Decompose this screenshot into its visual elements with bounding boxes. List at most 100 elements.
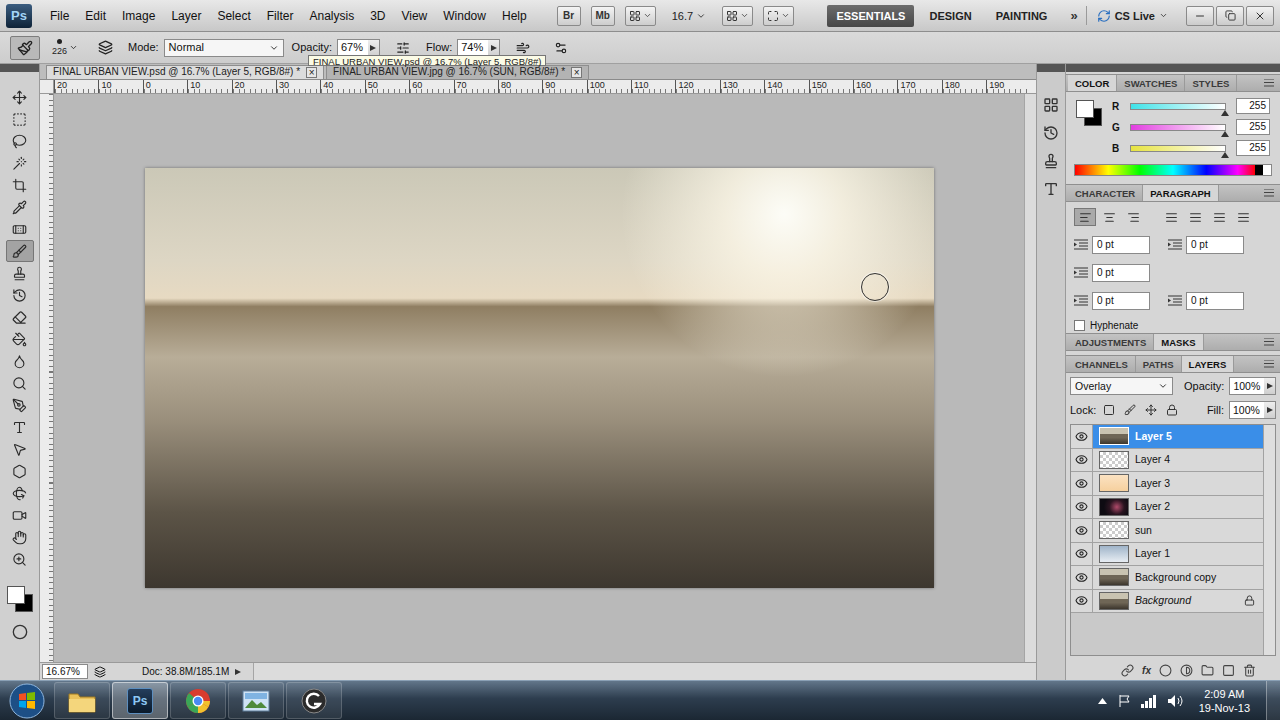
healing-brush-tool[interactable] xyxy=(6,218,34,240)
panel-grip[interactable] xyxy=(1037,64,1065,72)
flow-field[interactable]: 74% xyxy=(457,39,491,57)
history-brush-tool[interactable] xyxy=(6,284,34,306)
type-panel-button[interactable] xyxy=(1039,178,1063,200)
panel-menu[interactable] xyxy=(1264,75,1280,91)
rotate-3d-tool[interactable] xyxy=(6,482,34,504)
camera-3d-tool[interactable] xyxy=(6,504,34,526)
blend-mode-select[interactable]: Overlay xyxy=(1070,377,1173,395)
justify-last-left-button[interactable] xyxy=(1160,208,1182,226)
close-button[interactable] xyxy=(1246,6,1274,26)
volume-icon[interactable] xyxy=(1167,694,1183,708)
visibility-toggle[interactable] xyxy=(1071,425,1093,448)
ruler-origin[interactable] xyxy=(40,80,54,93)
lock-transparency-button[interactable] xyxy=(1101,402,1117,418)
crop-tool[interactable] xyxy=(6,174,34,196)
menu-item[interactable]: Layer xyxy=(163,6,209,26)
layer-row[interactable]: Layer 5 xyxy=(1071,425,1263,449)
menu-item[interactable]: Edit xyxy=(77,6,114,26)
layer-name[interactable]: Background copy xyxy=(1135,571,1263,584)
zoom-level[interactable]: 16.7 xyxy=(666,10,712,22)
channel-value[interactable]: 255 xyxy=(1236,119,1270,135)
layers-scrollbar[interactable] xyxy=(1263,425,1275,655)
indent-right-field[interactable]: 0 pt xyxy=(1186,236,1244,254)
taskbar-app[interactable]: Ps xyxy=(112,682,168,719)
vertical-scrollbar[interactable] xyxy=(1024,94,1036,662)
align-center-button[interactable] xyxy=(1098,208,1120,226)
horizontal-scrollbar[interactable] xyxy=(253,663,1036,680)
layer-name[interactable]: Layer 5 xyxy=(1135,430,1263,443)
quick-selection-tool[interactable] xyxy=(6,152,34,174)
menu-item[interactable]: View xyxy=(393,6,435,26)
indent-left-field[interactable]: 0 pt xyxy=(1092,236,1150,254)
flow-slider-button[interactable] xyxy=(488,39,500,57)
visibility-toggle[interactable] xyxy=(1071,449,1093,472)
panel-menu-icon[interactable] xyxy=(1264,79,1274,87)
type-tool[interactable] xyxy=(6,416,34,438)
extras-button[interactable] xyxy=(625,6,656,26)
layer-name[interactable]: Background xyxy=(1135,594,1244,607)
justify-last-center-button[interactable] xyxy=(1184,208,1206,226)
visibility-toggle[interactable] xyxy=(1071,519,1093,542)
hyphenate-checkbox[interactable] xyxy=(1074,320,1085,331)
layer-style-button[interactable]: fx xyxy=(1142,665,1151,676)
layer-row[interactable]: Layer 4 xyxy=(1071,449,1263,473)
brush-tool[interactable] xyxy=(6,240,34,262)
fill-field[interactable]: 100% xyxy=(1229,401,1267,419)
panel-grip[interactable] xyxy=(1066,64,1280,72)
folder-icon[interactable] xyxy=(1201,664,1214,677)
close-tab-button[interactable]: × xyxy=(571,67,582,78)
custom-shape-tool[interactable] xyxy=(6,460,34,482)
foreground-color[interactable] xyxy=(7,586,25,604)
justify-all-button[interactable] xyxy=(1232,208,1254,226)
layer-row[interactable]: Background xyxy=(1071,590,1263,614)
layer-row[interactable]: sun xyxy=(1071,519,1263,543)
panel-tab[interactable]: STYLES xyxy=(1185,75,1237,91)
menu-item[interactable]: Filter xyxy=(259,6,302,26)
network-icon[interactable] xyxy=(1141,694,1157,708)
mask-icon[interactable] xyxy=(1159,664,1172,677)
mode-select[interactable]: Normal xyxy=(164,39,284,57)
menu-item[interactable]: 3D xyxy=(362,6,393,26)
slider-thumb[interactable] xyxy=(1221,152,1229,158)
close-tab-button[interactable]: × xyxy=(306,67,317,78)
zoom-tool[interactable] xyxy=(6,548,34,570)
visibility-toggle[interactable] xyxy=(1071,543,1093,566)
panel-tab[interactable]: COLOR xyxy=(1068,75,1117,91)
workspace-button[interactable]: PAINTING xyxy=(987,5,1057,27)
panel-tab[interactable]: SWATCHES xyxy=(1117,75,1185,91)
clone-source-panel-button[interactable] xyxy=(1039,150,1063,172)
move-tool[interactable] xyxy=(6,86,34,108)
blur-tool[interactable] xyxy=(6,350,34,372)
panel-menu-icon[interactable] xyxy=(1264,360,1274,368)
layer-name[interactable]: Layer 1 xyxy=(1135,547,1263,560)
eraser-tool[interactable] xyxy=(6,306,34,328)
dodge-tool[interactable] xyxy=(6,372,34,394)
panel-menu[interactable] xyxy=(1264,356,1280,372)
panel-menu-icon[interactable] xyxy=(1264,338,1274,346)
panel-tab[interactable]: PATHS xyxy=(1136,356,1182,372)
arrange-documents-button[interactable] xyxy=(722,6,753,26)
visibility-toggle[interactable] xyxy=(1071,590,1093,613)
document-tab[interactable]: FINAL URBAN VIEW.psd @ 16.7% (Layer 5, R… xyxy=(46,65,324,79)
lock-position-button[interactable] xyxy=(1143,402,1159,418)
menu-item[interactable]: File xyxy=(42,6,77,26)
opacity-slider-button[interactable] xyxy=(368,39,380,57)
slider-thumb[interactable] xyxy=(1221,110,1229,116)
taskbar-app[interactable] xyxy=(170,682,226,719)
start-button[interactable] xyxy=(0,683,54,719)
screen-mode-button[interactable] xyxy=(763,6,794,26)
channel-value[interactable]: 255 xyxy=(1236,140,1270,156)
panel-menu[interactable] xyxy=(1264,185,1280,201)
panel-menu[interactable] xyxy=(1264,334,1280,350)
fill-slider-button[interactable] xyxy=(1264,401,1276,419)
taskbar-app[interactable] xyxy=(228,682,284,719)
restore-button[interactable] xyxy=(1216,6,1244,26)
align-left-button[interactable] xyxy=(1074,208,1096,226)
menu-item[interactable]: Analysis xyxy=(301,6,362,26)
minimize-button[interactable] xyxy=(1186,6,1214,26)
channel-slider[interactable] xyxy=(1130,124,1226,131)
layer-opacity-slider-button[interactable] xyxy=(1264,377,1276,395)
layer-row[interactable]: Background copy xyxy=(1071,566,1263,590)
channel-slider[interactable] xyxy=(1130,145,1226,152)
workspace-button[interactable]: ESSENTIALS xyxy=(827,5,914,27)
